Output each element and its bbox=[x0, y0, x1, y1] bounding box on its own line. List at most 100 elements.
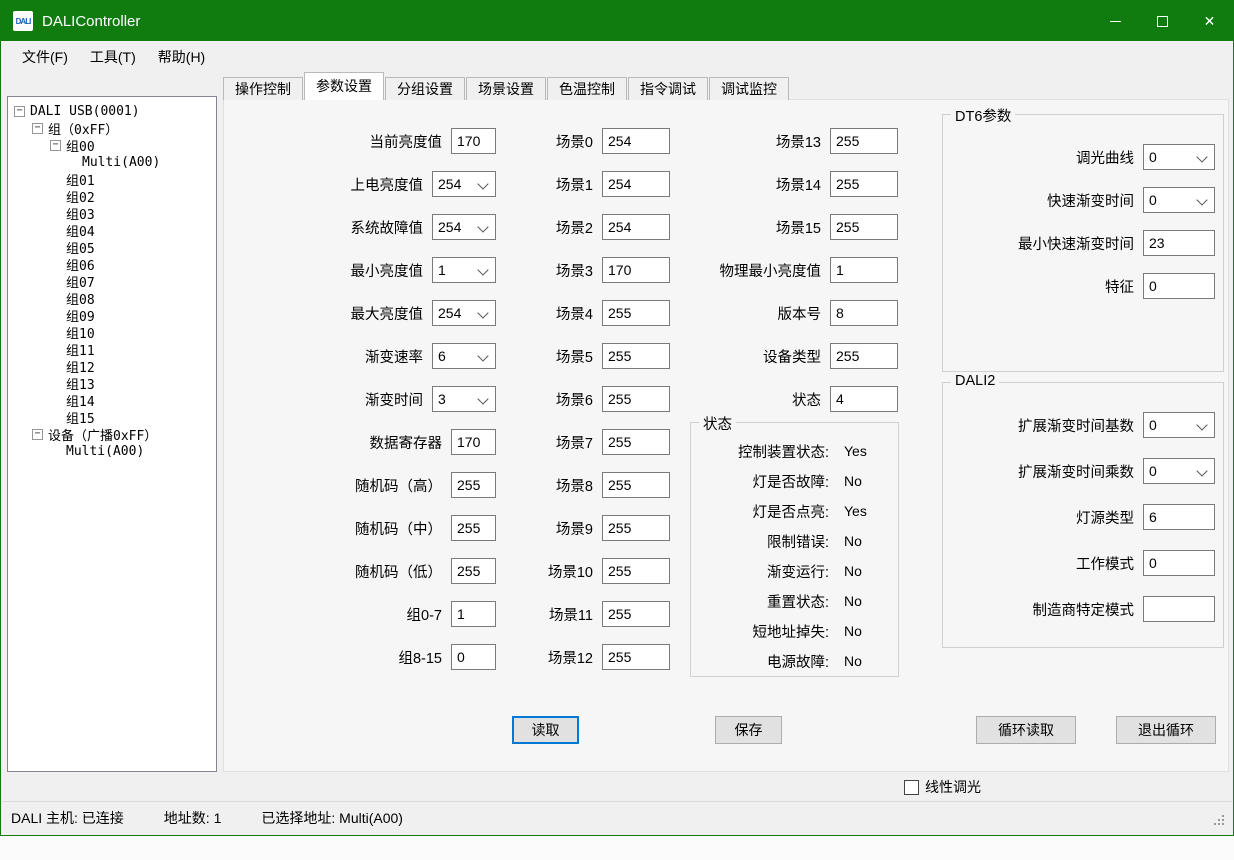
tree-item[interactable]: 组13 bbox=[8, 375, 216, 392]
param-label: 系统故障值 bbox=[244, 217, 432, 238]
tab[interactable]: 指令调试 bbox=[628, 77, 708, 100]
tree-item[interactable]: Multi(A00) bbox=[8, 154, 216, 171]
linear-dimming-checkbox[interactable]: 线性调光 bbox=[904, 777, 981, 797]
tree-item[interactable]: 组（0xFF） bbox=[8, 120, 216, 137]
scene-input[interactable] bbox=[602, 257, 670, 283]
scene-row: 场景8 255 bbox=[494, 472, 670, 498]
param-input[interactable] bbox=[1143, 230, 1215, 256]
param-input[interactable] bbox=[830, 214, 898, 240]
tree-item[interactable]: 组06 bbox=[8, 256, 216, 273]
tree-item[interactable]: DALI USB(0001) bbox=[8, 103, 216, 120]
save-button[interactable]: 保存 bbox=[715, 716, 782, 744]
tree-item[interactable]: 组14 bbox=[8, 392, 216, 409]
menu-item[interactable]: 帮助(H) bbox=[147, 43, 216, 71]
scene-input[interactable] bbox=[602, 386, 670, 412]
scene-input[interactable] bbox=[602, 558, 670, 584]
scene-input[interactable] bbox=[602, 472, 670, 498]
scene-input[interactable] bbox=[602, 128, 670, 154]
tree-item[interactable]: 组03 bbox=[8, 205, 216, 222]
scene-input[interactable] bbox=[602, 429, 670, 455]
param-input[interactable] bbox=[451, 515, 496, 541]
param-input[interactable] bbox=[451, 429, 496, 455]
collapse-icon[interactable] bbox=[32, 429, 43, 440]
scene-input[interactable] bbox=[602, 601, 670, 627]
param-input[interactable] bbox=[451, 558, 496, 584]
app-icon: DALI bbox=[13, 11, 33, 31]
param-combo[interactable]: 6 bbox=[432, 343, 496, 369]
scene-row: 场景12 255 bbox=[494, 644, 670, 670]
tree-item[interactable]: 组01 bbox=[8, 171, 216, 188]
param-row: 调光曲线 0 bbox=[949, 143, 1215, 171]
status-groupbox: 状态 控制装置状态: Yes 灯是否故障: No bbox=[690, 422, 899, 677]
tree-item[interactable]: 组08 bbox=[8, 290, 216, 307]
loop-read-button[interactable]: 循环读取 bbox=[976, 716, 1076, 744]
tree-item[interactable]: 组15 bbox=[8, 409, 216, 426]
combo-value: 6 bbox=[438, 348, 446, 364]
tab[interactable]: 分组设置 bbox=[385, 77, 465, 100]
param-input[interactable] bbox=[830, 386, 898, 412]
param-combo[interactable]: 0 bbox=[1143, 144, 1215, 170]
tree-item[interactable]: 组02 bbox=[8, 188, 216, 205]
collapse-icon[interactable] bbox=[50, 140, 61, 151]
tab[interactable]: 操作控制 bbox=[223, 77, 303, 100]
param-input[interactable] bbox=[451, 472, 496, 498]
param-combo[interactable]: 0 bbox=[1143, 412, 1215, 438]
scene-input[interactable] bbox=[602, 515, 670, 541]
close-button[interactable] bbox=[1186, 1, 1233, 41]
tree-item[interactable]: 组00 bbox=[8, 137, 216, 154]
scene-input[interactable] bbox=[602, 214, 670, 240]
menu-item[interactable]: 工具(T) bbox=[79, 43, 147, 71]
param-input[interactable] bbox=[1143, 550, 1215, 576]
param-input[interactable] bbox=[830, 128, 898, 154]
scene-input[interactable] bbox=[602, 343, 670, 369]
maximize-button[interactable] bbox=[1139, 1, 1186, 41]
param-input[interactable] bbox=[830, 257, 898, 283]
window-title: DALIController bbox=[42, 13, 140, 30]
param-combo[interactable]: 0 bbox=[1143, 187, 1215, 213]
minimize-button[interactable] bbox=[1092, 1, 1139, 41]
tree-item[interactable]: 组04 bbox=[8, 222, 216, 239]
scene-input[interactable] bbox=[602, 300, 670, 326]
tree-item[interactable]: 组05 bbox=[8, 239, 216, 256]
param-input[interactable] bbox=[1143, 504, 1215, 530]
menu-item[interactable]: 文件(F) bbox=[11, 43, 79, 71]
param-combo[interactable]: 1 bbox=[432, 257, 496, 283]
tab[interactable]: 色温控制 bbox=[547, 77, 627, 100]
exit-loop-button[interactable]: 退出循环 bbox=[1116, 716, 1216, 744]
resize-grip[interactable] bbox=[1222, 823, 1224, 825]
param-input[interactable] bbox=[1143, 596, 1215, 622]
tree-item[interactable]: 组07 bbox=[8, 273, 216, 290]
chevron-down-icon bbox=[477, 178, 488, 189]
collapse-icon[interactable] bbox=[32, 123, 43, 134]
scene-label: 场景12 bbox=[494, 647, 602, 668]
scene-input[interactable] bbox=[602, 171, 670, 197]
param-input[interactable] bbox=[451, 128, 496, 154]
tab[interactable]: 参数设置 bbox=[304, 72, 384, 100]
tree-item[interactable]: 组12 bbox=[8, 358, 216, 375]
tree-item[interactable]: Multi(A00) bbox=[8, 443, 216, 460]
tree-item[interactable]: 组09 bbox=[8, 307, 216, 324]
param-input[interactable] bbox=[1143, 273, 1215, 299]
tree-item-label: DALI USB(0001) bbox=[30, 104, 140, 119]
tree-item[interactable]: 组10 bbox=[8, 324, 216, 341]
param-input[interactable] bbox=[830, 343, 898, 369]
param-combo[interactable]: 3 bbox=[432, 386, 496, 412]
tree-item[interactable]: 组11 bbox=[8, 341, 216, 358]
param-combo[interactable]: 254 bbox=[432, 214, 496, 240]
combo-value: 0 bbox=[1149, 463, 1157, 479]
collapse-icon[interactable] bbox=[14, 106, 25, 117]
chevron-down-icon bbox=[1196, 151, 1207, 162]
param-combo[interactable]: 254 bbox=[432, 171, 496, 197]
param-input[interactable] bbox=[830, 300, 898, 326]
param-input[interactable] bbox=[451, 644, 496, 670]
tab[interactable]: 调试监控 bbox=[709, 77, 789, 100]
tab[interactable]: 场景设置 bbox=[466, 77, 546, 100]
param-input[interactable] bbox=[830, 171, 898, 197]
tree-item[interactable]: 设备（广播0xFF） bbox=[8, 426, 216, 443]
param-combo[interactable]: 254 bbox=[432, 300, 496, 326]
read-button[interactable]: 读取 bbox=[512, 716, 579, 744]
scene-input[interactable] bbox=[602, 644, 670, 670]
param-input[interactable] bbox=[451, 601, 496, 627]
param-label: 场景15 bbox=[679, 217, 830, 238]
param-combo[interactable]: 0 bbox=[1143, 458, 1215, 484]
